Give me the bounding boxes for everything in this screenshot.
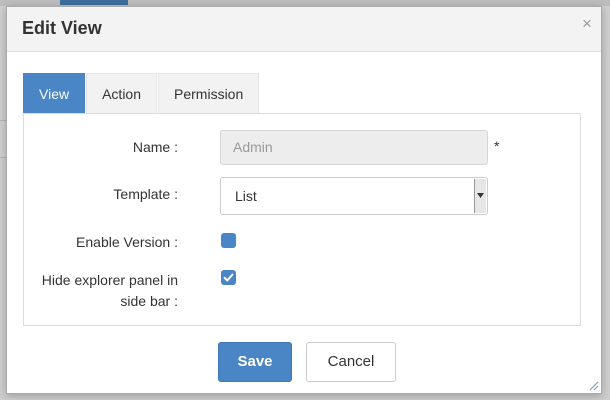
hide-explorer-checkbox[interactable] [221,270,236,285]
tab-action[interactable]: Action [86,73,158,113]
hide-explorer-label-line1: Hide explorer panel in [41,272,178,288]
close-icon[interactable]: × [579,15,595,33]
check-icon [223,273,234,282]
resize-grip-icon[interactable] [587,379,599,391]
tab-view[interactable]: View [23,73,86,113]
tab-permission[interactable]: Permission [158,73,260,113]
dialog-title: Edit View [22,18,102,38]
save-button[interactable]: Save [218,342,292,382]
enable-version-checkbox[interactable] [221,233,236,248]
cancel-button[interactable]: Cancel [306,342,396,382]
tab-bar: View Action Permission [23,73,260,113]
enable-version-label: Enable Version : [76,234,178,250]
chevron-down-icon [474,179,486,213]
name-label: Name : [132,139,178,155]
template-label: Template : [113,186,178,202]
template-select[interactable]: List [220,177,488,215]
edit-view-dialog: Edit View × View Action Permission Name … [6,6,602,394]
dialog-header: Edit View × [7,7,601,52]
template-selected-value: List [235,188,257,204]
name-field[interactable]: Admin [220,130,488,165]
hide-explorer-label-line2: side bar : [120,293,178,309]
hide-explorer-label: Hide explorer panel in side bar : [42,270,178,312]
backdrop-tab [60,0,128,5]
view-tab-panel: Name : Admin * Template : List Enable Ve… [23,113,581,326]
required-marker: * [494,138,500,154]
